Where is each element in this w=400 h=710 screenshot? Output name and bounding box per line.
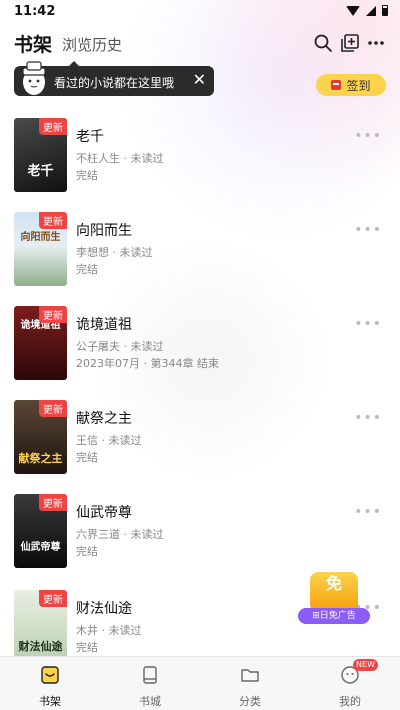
- signal-icon: [366, 5, 376, 16]
- book-more-icon[interactable]: •••: [354, 222, 382, 238]
- book-cover[interactable]: 老千 更新: [14, 118, 67, 192]
- nav-label: 我的: [339, 695, 361, 708]
- ad-free-badge: 免: [310, 572, 358, 612]
- more-icon[interactable]: [366, 33, 386, 53]
- nav-label: 分类: [239, 695, 261, 708]
- update-badge: 更新: [39, 212, 67, 229]
- book-cover[interactable]: 向阳而生 更新: [14, 212, 67, 286]
- book-more-icon[interactable]: •••: [354, 504, 382, 520]
- cover-title: 老千: [27, 164, 54, 179]
- tab-bookshelf[interactable]: 书架: [14, 30, 52, 57]
- nav-me[interactable]: NEW 我的: [320, 659, 380, 709]
- new-badge: NEW: [353, 659, 378, 671]
- book-status: 完结: [76, 451, 98, 464]
- update-badge: 更新: [39, 494, 67, 511]
- status-icons: [346, 5, 388, 16]
- tooltip-text: 看过的小说都在这里哦: [54, 76, 175, 90]
- header: 书架 浏览历史: [0, 30, 400, 60]
- nav-bookstore[interactable]: 书城: [120, 665, 180, 709]
- bottom-nav: 书架 书城 分类 NEW 我的: [0, 656, 400, 710]
- book-item[interactable]: 老千 更新 老千 不枉人生 · 未读过 完结 •••: [0, 118, 400, 202]
- update-badge: 更新: [39, 306, 67, 323]
- nav-label: 书城: [139, 695, 161, 708]
- search-icon[interactable]: [313, 33, 333, 53]
- update-badge: 更新: [39, 118, 67, 135]
- cover-title: 献祭之主: [18, 452, 63, 465]
- nav-bookshelf[interactable]: 书架: [20, 665, 80, 709]
- book-meta: 王信 · 未读过: [76, 434, 142, 447]
- book-meta: 木井 · 未读过: [76, 624, 142, 637]
- book-status: 完结: [76, 169, 98, 182]
- book-title: 仙武帝尊: [76, 505, 132, 521]
- checkin-label: 签到: [346, 78, 371, 93]
- book-more-icon[interactable]: •••: [354, 128, 382, 144]
- book-item[interactable]: 仙武帝尊 更新 仙武帝尊 六界三道 · 未读过 完结 •••: [0, 494, 400, 578]
- book-cover[interactable]: 财法仙途 更新: [14, 590, 67, 664]
- book-item[interactable]: 向阳而生 更新 向阳而生 李想想 · 未读过 完结 •••: [0, 212, 400, 296]
- ad-free-widget[interactable]: 免 ⊞日免广告: [298, 572, 370, 624]
- cover-title: 财法仙途: [18, 640, 63, 653]
- checkin-button[interactable]: 签到: [316, 74, 386, 96]
- mascot-icon: [22, 61, 46, 95]
- book-meta: 公子屠夫 · 未读过: [76, 340, 164, 353]
- book-title: 老千: [76, 129, 104, 145]
- book-title: 财法仙途: [76, 601, 132, 617]
- nav-label: 书架: [39, 695, 61, 708]
- cover-title: 向阳而生: [20, 232, 61, 243]
- book-item[interactable]: 献祭之主 更新 献祭之主 王信 · 未读过 完结 •••: [0, 400, 400, 484]
- book-cover[interactable]: 诡境道祖 更新: [14, 306, 67, 380]
- book-more-icon[interactable]: •••: [354, 316, 382, 332]
- bookshelf-tooltip: 看过的小说都在这里哦 ✕: [14, 61, 214, 96]
- update-badge: 更新: [39, 400, 67, 417]
- tab-browse-history[interactable]: 浏览历史: [62, 34, 122, 55]
- ad-free-badge-text: 免: [325, 574, 342, 593]
- book-meta: 不枉人生 · 未读过: [76, 152, 164, 165]
- book-status: 完结: [76, 263, 98, 276]
- book-icon: [143, 666, 157, 684]
- bookshelf-icon: [41, 666, 59, 684]
- wifi-icon: [346, 5, 360, 16]
- status-time: 11:42: [14, 4, 56, 19]
- ad-free-label: ⊞日免广告: [298, 608, 370, 624]
- book-meta: 六界三道 · 未读过: [76, 528, 164, 541]
- book-cover[interactable]: 仙武帝尊 更新: [14, 494, 67, 568]
- book-meta: 李想想 · 未读过: [76, 246, 153, 259]
- add-book-icon[interactable]: [340, 33, 360, 53]
- book-status: 完结: [76, 641, 98, 654]
- book-cover[interactable]: 献祭之主 更新: [14, 400, 67, 474]
- update-badge: 更新: [39, 590, 67, 607]
- status-bar: 11:42: [0, 0, 400, 24]
- nav-category[interactable]: 分类: [220, 665, 280, 709]
- calendar-icon: [331, 80, 342, 90]
- battery-icon: [382, 5, 388, 16]
- close-icon[interactable]: ✕: [193, 71, 206, 89]
- book-title: 献祭之主: [76, 411, 132, 427]
- cover-title: 仙武帝尊: [20, 542, 61, 553]
- book-status: 2023年07月 · 第344章 结束: [76, 357, 219, 370]
- tooltip-arrow: [68, 61, 80, 67]
- book-title: 诡境道祖: [76, 317, 132, 333]
- folder-icon: [241, 669, 259, 682]
- book-item[interactable]: 诡境道祖 更新 诡境道祖 公子屠夫 · 未读过 2023年07月 · 第344章…: [0, 306, 400, 390]
- book-more-icon[interactable]: •••: [354, 410, 382, 426]
- book-title: 向阳而生: [76, 223, 132, 239]
- book-status: 完结: [76, 545, 98, 558]
